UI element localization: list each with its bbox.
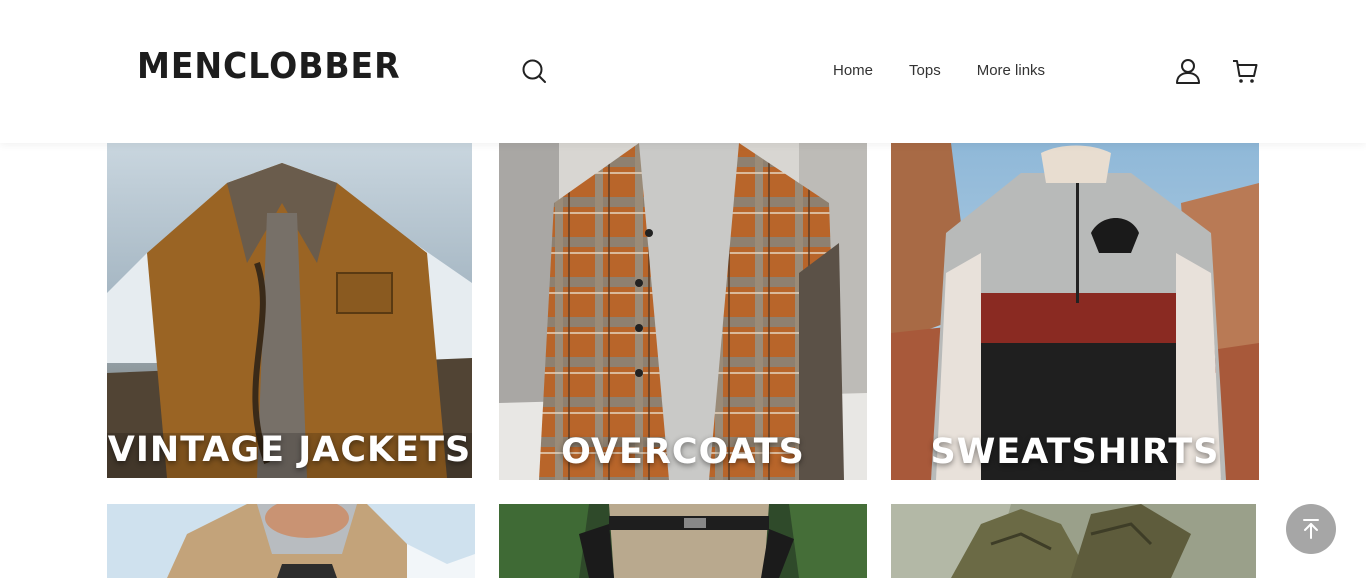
user-icon xyxy=(1176,59,1200,84)
pants-image xyxy=(499,504,867,578)
jacket-image xyxy=(107,143,472,478)
main-nav: Home Tops More links xyxy=(833,60,1045,82)
collection-label: SWEATSHIRTS xyxy=(930,432,1220,472)
search-icon xyxy=(522,59,546,83)
nav-more-links[interactable]: More links xyxy=(977,60,1045,82)
collection-tile-overcoats[interactable]: OVERCOATS xyxy=(499,143,867,480)
account-button[interactable] xyxy=(1172,55,1204,87)
collection-tile-sweatshirts[interactable]: SWEATSHIRTS xyxy=(891,143,1259,480)
cart-icon xyxy=(1233,60,1258,83)
hoodie-image xyxy=(107,504,475,578)
collection-tile-hoodies[interactable] xyxy=(107,504,475,578)
overcoat-image xyxy=(499,143,867,480)
site-header: MENCLOBBER Home Tops More links xyxy=(0,0,1366,143)
cart-button[interactable] xyxy=(1229,55,1261,87)
nav-tops[interactable]: Tops xyxy=(909,60,941,82)
collection-label: OVERCOATS xyxy=(561,432,805,472)
collection-tile-pants[interactable] xyxy=(499,504,867,578)
collection-label: VINTAGE JACKETS xyxy=(107,430,472,470)
back-to-top-button[interactable] xyxy=(1286,504,1336,554)
site-logo[interactable]: MENCLOBBER xyxy=(137,47,401,87)
gloves-image xyxy=(891,504,1256,578)
arrow-up-icon xyxy=(1303,519,1319,539)
sweatshirt-image xyxy=(891,143,1259,480)
nav-home[interactable]: Home xyxy=(833,60,873,82)
collection-tile-vintage-jackets[interactable]: VINTAGE JACKETS xyxy=(107,143,472,478)
collection-tile-gloves[interactable] xyxy=(891,504,1256,578)
search-button[interactable] xyxy=(519,56,549,86)
